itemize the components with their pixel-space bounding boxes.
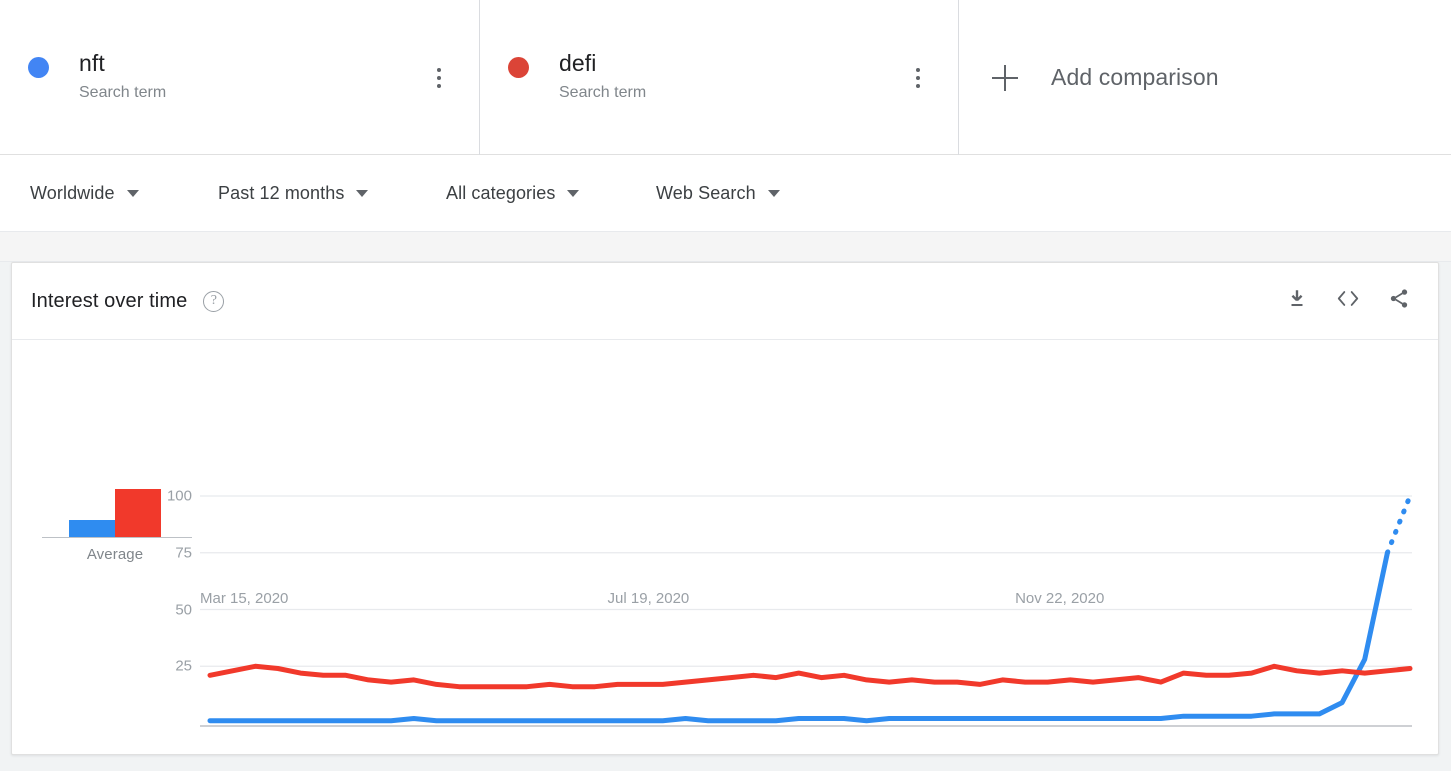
chevron-down-icon [356, 189, 369, 197]
plus-icon [992, 64, 1018, 91]
add-comparison-label: Add comparison [1051, 64, 1219, 90]
chevron-down-icon [126, 189, 139, 197]
y-axis: 25 50 75 100 [152, 340, 192, 754]
help-circle-icon[interactable]: ? [203, 290, 225, 312]
search-term-card-nft[interactable]: nft Search term [0, 0, 480, 155]
section-divider [0, 232, 1451, 262]
series-color-dot-defi [508, 57, 529, 78]
filter-search-type[interactable]: Web Search [656, 183, 780, 204]
page-title: Interest over time [31, 289, 188, 312]
search-term-name: nft [79, 50, 105, 76]
filter-location[interactable]: Worldwide [30, 183, 139, 204]
share-icon[interactable] [1388, 288, 1410, 315]
interest-over-time-card: Interest over time ? Average 25 50 75 10… [11, 262, 1439, 755]
filter-time-range[interactable]: Past 12 months [218, 182, 369, 204]
x-axis-tick-label: Jul 19, 2020 [607, 590, 690, 607]
trends-line-chart[interactable] [200, 340, 1415, 754]
trends-plot[interactable]: 25 50 75 100 Mar 15, 2020 Jul 19, 2020 Nov 22… [167, 340, 1438, 754]
x-axis-tick-label: Mar 15, 2020 [200, 590, 289, 607]
chart-body: Average 25 50 75 100 Mar 15, 2020 Jul 19, 20… [12, 340, 1438, 754]
y-axis-tick-label: 50 [175, 601, 192, 618]
chevron-down-icon [567, 189, 580, 197]
kebab-menu-icon[interactable] [907, 65, 929, 91]
filter-label: Worldwide [30, 182, 115, 203]
series-line-defi [207, 663, 1413, 690]
x-axis-tick-label: Nov 22, 2020 [1015, 590, 1105, 607]
search-term-subtitle: Search term [559, 84, 647, 101]
series-color-dot-nft [28, 57, 49, 78]
y-axis-tick-label: 100 [166, 487, 192, 505]
filter-category[interactable]: All categories [446, 182, 580, 204]
embed-code-icon[interactable] [1336, 288, 1360, 315]
search-terms-row: nft Search term defi Search term Add com… [0, 0, 1451, 155]
filter-label: Web Search [656, 182, 756, 203]
filter-label: All categories [446, 182, 556, 203]
average-bar-nft [69, 519, 115, 538]
search-term-name: defi [559, 50, 597, 76]
download-icon[interactable] [1286, 288, 1308, 315]
filter-bar: Worldwide Past 12 months All categories … [0, 155, 1451, 232]
y-axis-tick-label: 25 [175, 657, 192, 675]
card-actions [1286, 288, 1410, 315]
card-header: Interest over time ? [12, 263, 1438, 340]
google-trends-page: nft Search term defi Search term Add com… [0, 0, 1451, 771]
y-axis-tick-label: 75 [175, 544, 192, 562]
series-line-nft [207, 550, 1390, 724]
filter-label: Past 12 months [218, 182, 345, 203]
search-term-subtitle: Search term [79, 84, 167, 101]
add-comparison-button[interactable]: Add comparison [959, 0, 1451, 155]
kebab-menu-icon[interactable] [428, 65, 450, 91]
series-line-partial-nft [1384, 493, 1413, 556]
chevron-down-icon [767, 189, 780, 197]
search-term-card-defi[interactable]: defi Search term [480, 0, 959, 155]
